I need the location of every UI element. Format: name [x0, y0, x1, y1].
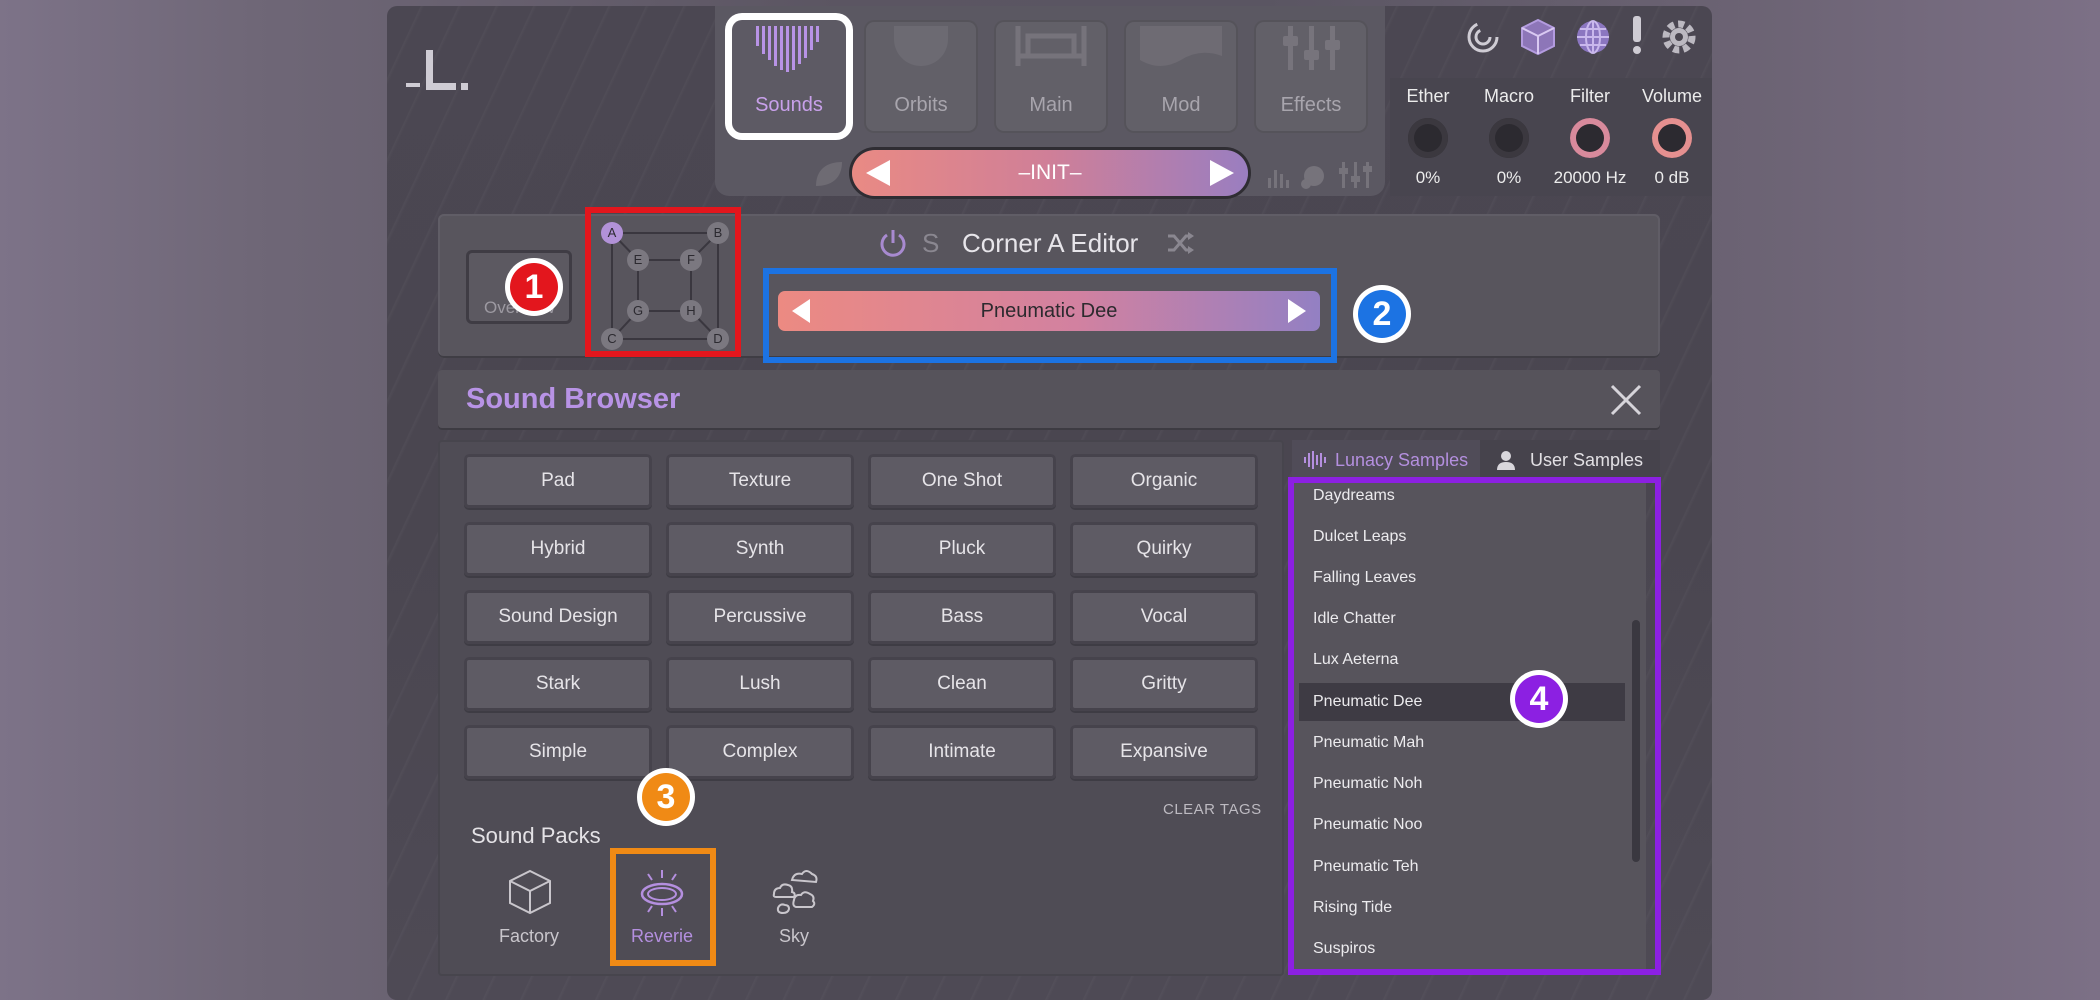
waveform-icon [1304, 451, 1326, 469]
tag-synth[interactable]: Synth [666, 522, 854, 576]
main-icon [1015, 26, 1087, 66]
tag-stark[interactable]: Stark [464, 657, 652, 711]
highlight-box-corner-grid [585, 207, 741, 357]
knob-macro-label: Macro [1483, 86, 1534, 106]
tag-intimate[interactable]: Intimate [868, 725, 1056, 779]
pack-sky-label[interactable]: Sky [734, 926, 854, 947]
tag-complex[interactable]: Complex [666, 725, 854, 779]
tag-pad[interactable]: Pad [464, 454, 652, 508]
knob-filter[interactable] [1570, 118, 1610, 158]
tab-effects-label: Effects [1280, 94, 1342, 116]
solo-button[interactable]: S [922, 228, 939, 259]
gear-icon[interactable] [1660, 18, 1698, 56]
tag-simple[interactable]: Simple [464, 725, 652, 779]
leaf-icon[interactable] [812, 158, 844, 190]
preset-tool-icons[interactable] [1266, 160, 1376, 190]
tag-gritty[interactable]: Gritty [1070, 657, 1258, 711]
tag-lush[interactable]: Lush [666, 657, 854, 711]
preset-selector[interactable]: –INIT– [852, 150, 1248, 196]
preset-prev-arrow-icon[interactable] [866, 160, 890, 186]
tab-effects[interactable]: Effects [1254, 20, 1368, 133]
highlight-box-reverie-pack [610, 848, 716, 966]
tab-orbits-label: Orbits [894, 94, 948, 116]
tab-mod[interactable]: Mod [1124, 20, 1238, 133]
tab-orbits[interactable]: Orbits [864, 20, 978, 133]
knob-ether-label: Ether [1406, 86, 1450, 106]
tag-bass[interactable]: Bass [868, 590, 1056, 644]
sound-packs-title: Sound Packs [471, 823, 601, 848]
shuffle-icon[interactable] [1166, 230, 1196, 256]
orbits-icon [894, 26, 948, 66]
preset-name: –INIT– [1018, 161, 1082, 184]
power-icon[interactable] [878, 228, 908, 258]
lunacy-logo [406, 50, 468, 90]
knob-macro[interactable] [1489, 118, 1529, 158]
tag-one-shot[interactable]: One Shot [868, 454, 1056, 508]
annotation-badge-1: 1 [505, 258, 563, 316]
tag-texture[interactable]: Texture [666, 454, 854, 508]
preset-next-arrow-icon[interactable] [1210, 160, 1234, 186]
tag-expansive[interactable]: Expansive [1070, 725, 1258, 779]
knob-volume-value: 0 dB [1654, 168, 1690, 187]
effects-sliders-icon [1283, 26, 1340, 70]
pack-factory-label[interactable]: Factory [469, 926, 589, 947]
tag-percussive[interactable]: Percussive [666, 590, 854, 644]
tab-mod-label: Mod [1161, 94, 1201, 116]
annotation-badge-3: 3 [637, 768, 695, 826]
annotation-badge-4: 4 [1510, 670, 1568, 728]
sounds-waveform-icon [756, 26, 819, 72]
tab-sounds-label: Sounds [755, 94, 823, 116]
tag-pluck[interactable]: Pluck [868, 522, 1056, 576]
editor-title: Corner A Editor [962, 228, 1139, 258]
tab-main-label: Main [1029, 94, 1073, 116]
close-icon[interactable] [1606, 380, 1646, 420]
annotation-badge-2: 2 [1353, 285, 1411, 343]
tab-lunacy-samples[interactable]: Lunacy Samples [1292, 440, 1480, 480]
cube-icon[interactable] [1520, 18, 1556, 56]
tab-user-samples[interactable]: User Samples [1480, 440, 1660, 480]
knob-ether[interactable] [1408, 118, 1448, 158]
knob-volume[interactable] [1652, 118, 1692, 158]
highlight-box-sample-list [1288, 477, 1661, 975]
tag-organic[interactable]: Organic [1070, 454, 1258, 508]
tag-hybrid[interactable]: Hybrid [464, 522, 652, 576]
highlight-box-sample-selector [763, 268, 1337, 363]
tab-sounds[interactable]: Sounds [732, 20, 846, 133]
sound-browser-title: Sound Browser [466, 383, 681, 415]
knob-volume-label: Volume [1641, 86, 1703, 106]
globe-icon[interactable] [1574, 18, 1612, 56]
tab-user-samples-label: User Samples [1530, 450, 1644, 470]
tab-main[interactable]: Main [994, 20, 1108, 133]
spiral-icon[interactable] [1466, 20, 1500, 54]
tag-quirky[interactable]: Quirky [1070, 522, 1258, 576]
clouds-icon[interactable] [770, 866, 820, 916]
tag-clean[interactable]: Clean [868, 657, 1056, 711]
tag-vocal[interactable]: Vocal [1070, 590, 1258, 644]
clear-tags-button[interactable]: CLEAR TAGS [1163, 801, 1262, 818]
tab-lunacy-samples-label: Lunacy Samples [1335, 450, 1469, 470]
alert-icon[interactable] [1630, 16, 1644, 56]
user-icon [1497, 451, 1515, 470]
knob-filter-label: Filter [1570, 86, 1610, 106]
tag-sound-design[interactable]: Sound Design [464, 590, 652, 644]
mod-icon [1140, 26, 1222, 66]
cube-pack-icon[interactable] [506, 868, 554, 916]
